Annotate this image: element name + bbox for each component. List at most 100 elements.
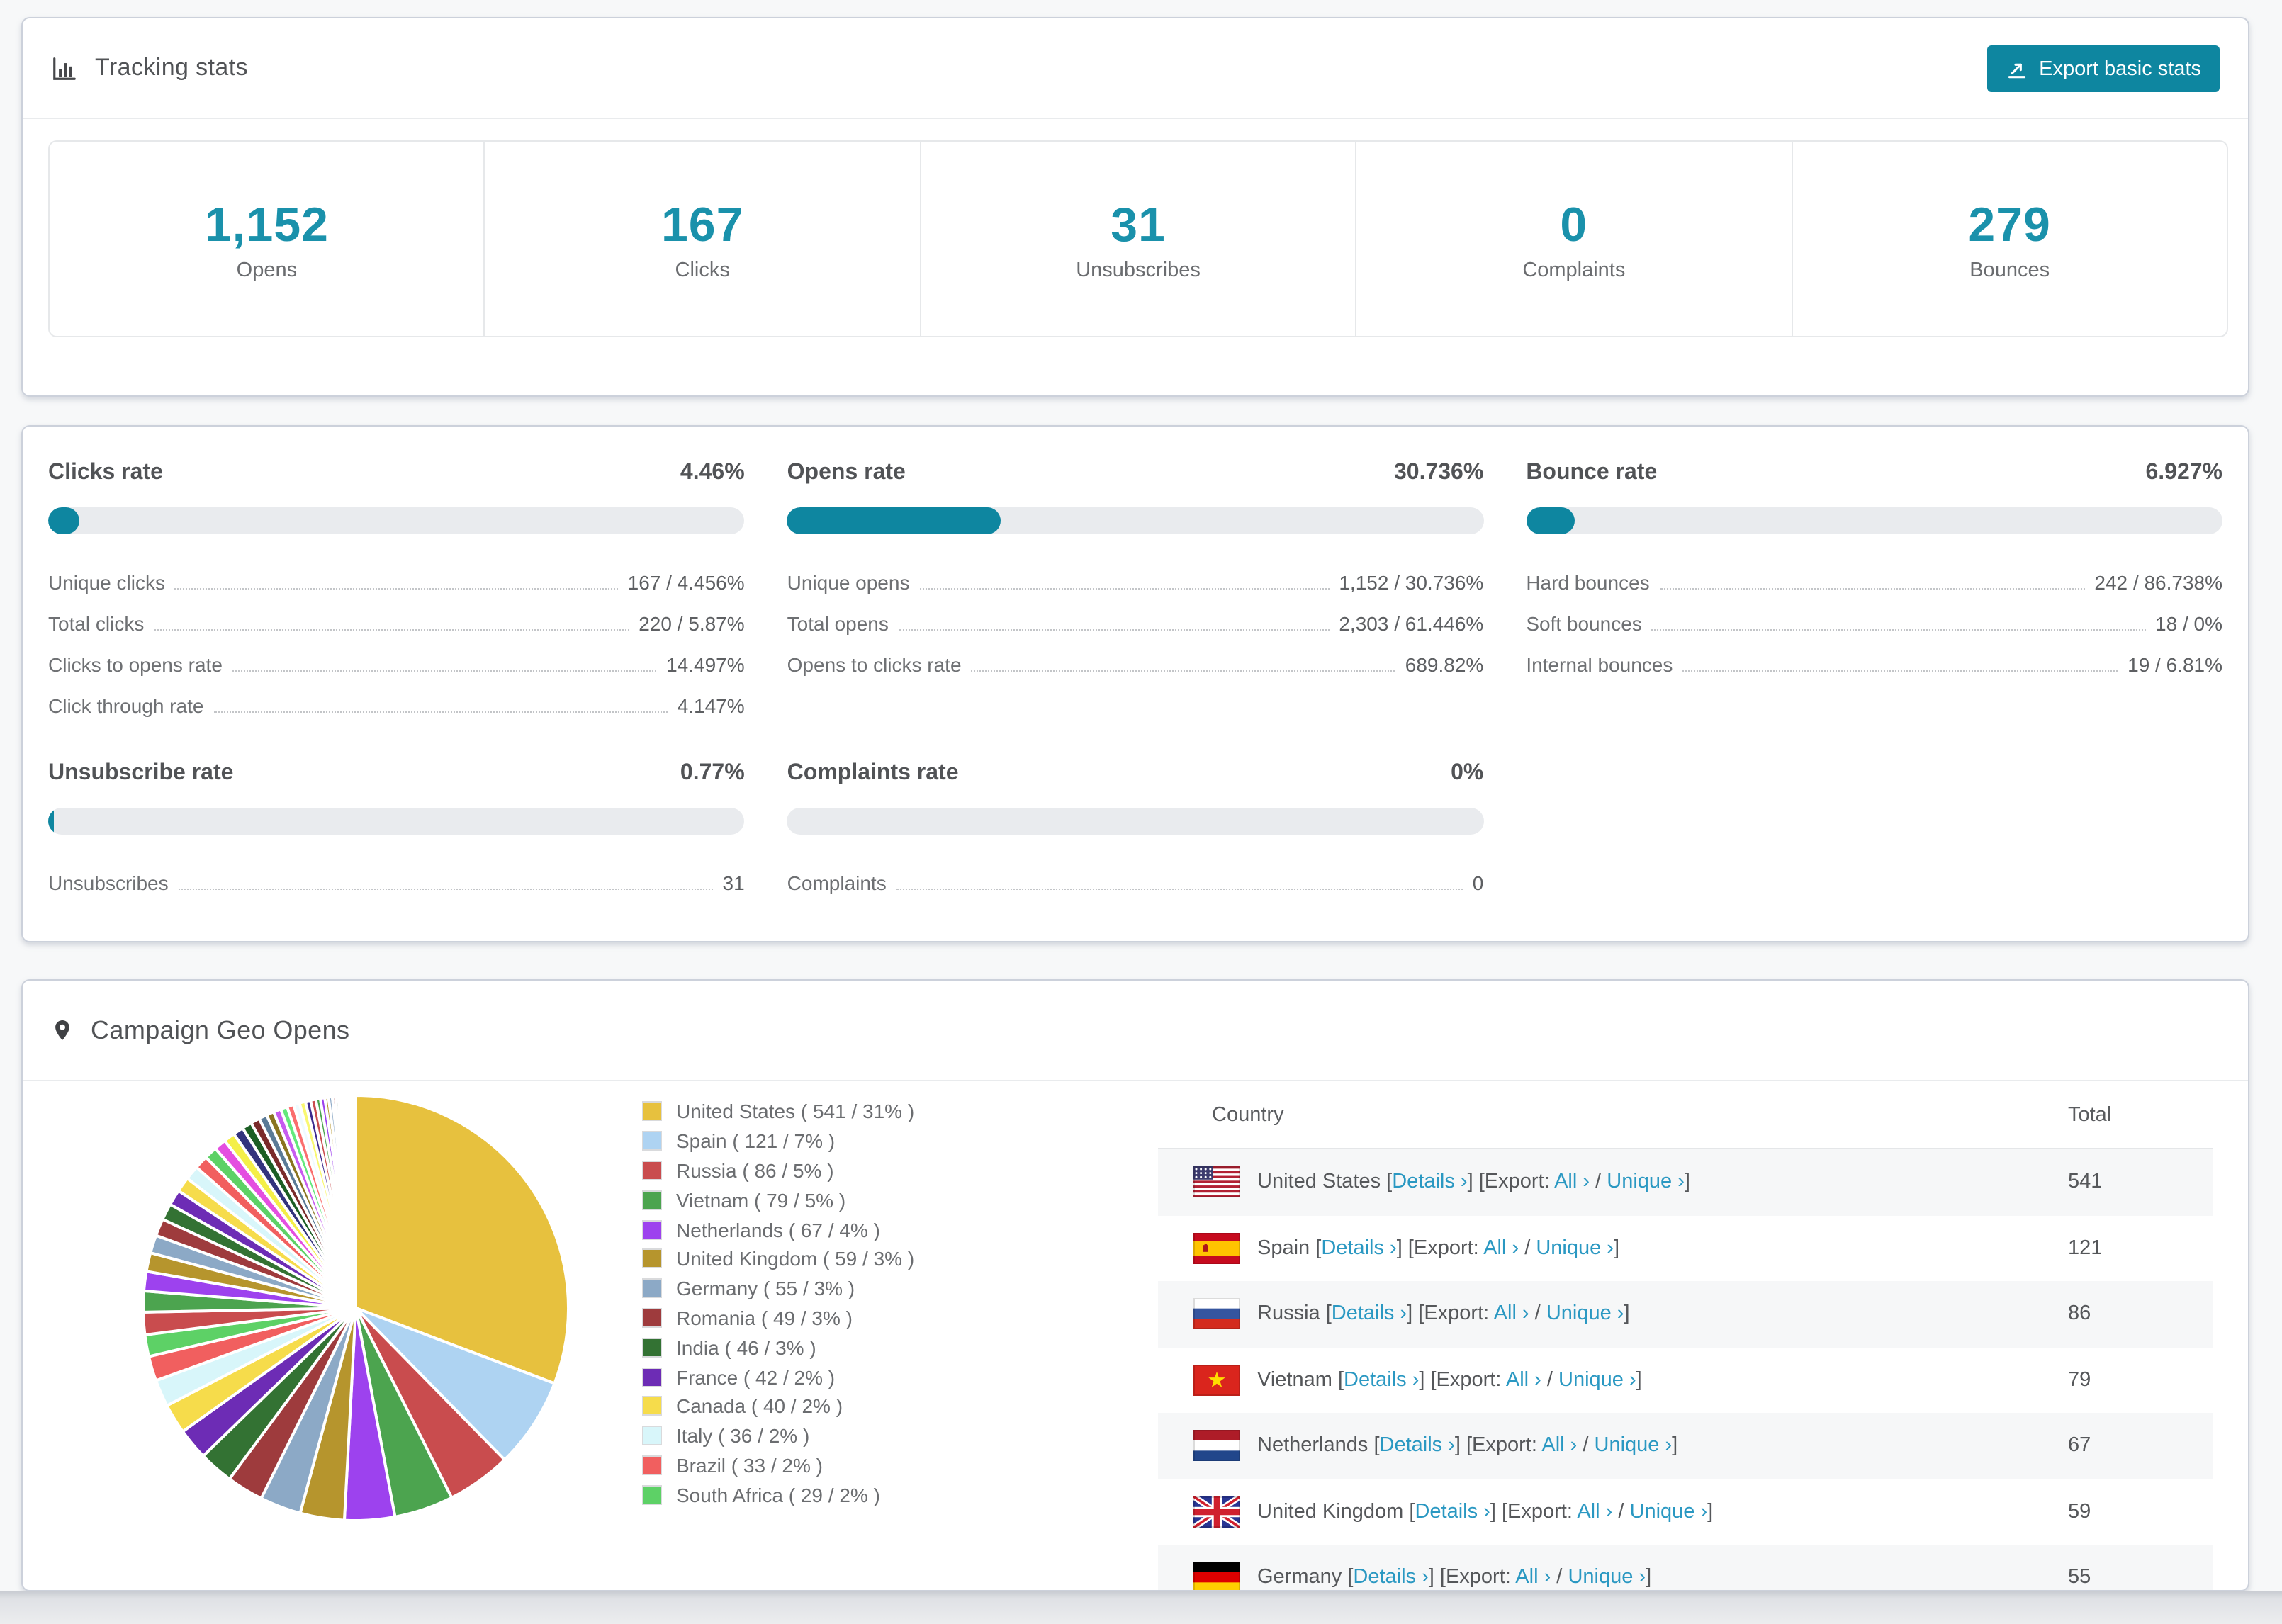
export-unique-link[interactable]: Unique › <box>1568 1567 1646 1589</box>
stat-label: Bounces <box>1969 259 2050 282</box>
stat-row-value: 220 / 5.87% <box>639 612 745 635</box>
stat-row-total-clicks: Total clicks 220 / 5.87% <box>48 595 745 636</box>
legend-item-germany[interactable]: Germany ( 55 / 3% ) <box>642 1274 914 1304</box>
details-link[interactable]: Details › <box>1344 1369 1419 1392</box>
rates-card: Clicks rate 4.46% Unique clicks 167 / 4.456… <box>21 425 2249 942</box>
export-unique-link[interactable]: Unique › <box>1546 1303 1624 1326</box>
flag-es-icon <box>1193 1232 1240 1264</box>
progress-bar <box>787 507 1484 534</box>
flag-ru-icon <box>1193 1298 1240 1330</box>
legend-label: United Kingdom ( 59 / 3% ) <box>676 1247 915 1270</box>
legend-item-romania[interactable]: Romania ( 49 / 3% ) <box>642 1303 914 1333</box>
stat-box-bounces: 279 Bounces <box>1792 142 2227 336</box>
legend-item-united-states[interactable]: United States ( 541 / 31% ) <box>642 1097 914 1127</box>
details-link[interactable]: Details › <box>1332 1303 1407 1326</box>
legend-item-india[interactable]: India ( 46 / 3% ) <box>642 1333 914 1363</box>
export-basic-stats-button[interactable]: Export basic stats <box>1986 45 2220 92</box>
details-link[interactable]: Details › <box>1380 1435 1455 1457</box>
export-all-link[interactable]: All › <box>1577 1501 1612 1523</box>
stat-row-label: Opens to clicks rate <box>787 653 962 676</box>
stat-row-unsubscribes: Unsubscribes 31 <box>48 855 745 896</box>
panel-title: Unsubscribe rate <box>48 761 234 785</box>
export-unique-link[interactable]: Unique › <box>1607 1171 1685 1194</box>
panel-percent: 4.46% <box>680 461 745 485</box>
column-header-country: Country <box>1212 1103 1284 1126</box>
geo-total-value: 86 <box>2068 1302 2091 1326</box>
dotted-leader <box>971 670 1395 672</box>
stat-row-soft-bounces: Soft bounces 18 / 0% <box>1526 595 2222 636</box>
geo-row-spain: Spain [Details ›] [Export: All › / Uniqu… <box>1158 1215 2213 1281</box>
geo-card-header: Campaign Geo Opens <box>23 981 2248 1081</box>
legend-item-south-africa[interactable]: South Africa ( 29 / 2% ) <box>642 1480 914 1510</box>
stats-summary: 1,152 Opens 167 Clicks 31 Unsubscribes 0 Compla… <box>48 140 2228 337</box>
legend-item-russia[interactable]: Russia ( 86 / 5% ) <box>642 1156 914 1185</box>
details-link[interactable]: Details › <box>1321 1237 1396 1260</box>
stat-value: 1,152 <box>204 198 329 252</box>
pie-slice <box>353 1093 357 1309</box>
stat-row-value: 242 / 86.738% <box>2094 571 2222 594</box>
legend-item-france[interactable]: France ( 42 / 2% ) <box>642 1362 914 1392</box>
geo-total-value: 59 <box>2068 1500 2091 1523</box>
country-name: Russia <box>1257 1302 1326 1326</box>
export-all-link[interactable]: All › <box>1541 1435 1577 1457</box>
export-all-link[interactable]: All › <box>1483 1237 1519 1260</box>
stat-row-value: 4.147% <box>677 694 745 717</box>
export-unique-link[interactable]: Unique › <box>1536 1237 1614 1260</box>
flag-vn-icon <box>1193 1364 1240 1396</box>
panel-title: Complaints rate <box>787 761 959 785</box>
rate-panels: Clicks rate 4.46% Unique clicks 167 / 4.456… <box>23 427 2248 896</box>
legend-label: South Africa ( 29 / 2% ) <box>676 1483 880 1506</box>
details-link[interactable]: Details › <box>1415 1501 1490 1523</box>
stat-value: 279 <box>1968 198 2051 252</box>
progress-bar <box>48 507 745 534</box>
stat-label: Unsubscribes <box>1076 259 1201 282</box>
legend-swatch <box>642 1190 662 1210</box>
legend-swatch <box>642 1367 662 1387</box>
stat-value: 0 <box>1560 198 1588 252</box>
stat-row-opens-to-clicks-rate: Opens to clicks rate 689.82% <box>787 636 1484 677</box>
legend-item-canada[interactable]: Canada ( 40 / 2% ) <box>642 1392 914 1421</box>
export-all-link[interactable]: All › <box>1506 1369 1541 1392</box>
geo-row-russia: Russia [Details ›] [Export: All › / Uniq… <box>1158 1281 2213 1347</box>
stat-label: Complaints <box>1522 259 1626 282</box>
legend-item-brazil[interactable]: Brazil ( 33 / 2% ) <box>642 1450 914 1480</box>
export-unique-link[interactable]: Unique › <box>1558 1369 1636 1392</box>
legend-swatch <box>642 1455 662 1475</box>
stat-row-label: Unique opens <box>787 571 910 594</box>
panel-percent: 30.736% <box>1393 461 1484 485</box>
geo-row-united-states: United States [Details ›] [Export: All ›… <box>1158 1149 2213 1215</box>
export-unique-link[interactable]: Unique › <box>1595 1435 1673 1457</box>
page-bottom-shadow <box>0 1591 2282 1624</box>
export-all-link[interactable]: All › <box>1554 1171 1590 1194</box>
stat-row-click-through-rate: Click through rate 4.147% <box>48 677 745 718</box>
legend-item-spain[interactable]: Spain ( 121 / 7% ) <box>642 1127 914 1156</box>
geo-title: Campaign Geo Opens <box>91 1015 350 1044</box>
stat-label: Clicks <box>675 259 730 282</box>
details-link[interactable]: Details › <box>1353 1567 1428 1589</box>
legend-swatch <box>642 1484 662 1505</box>
stat-row-label: Unsubscribes <box>48 872 169 894</box>
stat-box-clicks: 167 Clicks <box>485 142 921 336</box>
legend-label: Netherlands ( 67 / 4% ) <box>676 1218 880 1241</box>
legend-item-italy[interactable]: Italy ( 36 / 2% ) <box>642 1421 914 1451</box>
export-unique-link[interactable]: Unique › <box>1630 1501 1708 1523</box>
stat-row-value: 167 / 4.456% <box>627 571 745 594</box>
flag-nl-icon <box>1193 1430 1240 1462</box>
rate-panel-complaints-rate: Complaints rate 0% Complaints 0 <box>787 761 1484 896</box>
legend-item-netherlands[interactable]: Netherlands ( 67 / 4% ) <box>642 1214 914 1244</box>
legend-item-vietnam[interactable]: Vietnam ( 79 / 5% ) <box>642 1185 914 1215</box>
export-all-link[interactable]: All › <box>1494 1303 1529 1326</box>
details-link[interactable]: Details › <box>1392 1171 1467 1194</box>
geo-row-text: Russia [Details ›] [Export: All › / Uniq… <box>1257 1302 1630 1326</box>
export-all-link[interactable]: All › <box>1515 1567 1551 1589</box>
geo-total-value: 121 <box>2068 1236 2103 1260</box>
geo-total-value: 67 <box>2068 1434 2091 1457</box>
legend-swatch <box>642 1278 662 1299</box>
stat-row-unique-clicks: Unique clicks 167 / 4.456% <box>48 554 745 595</box>
stat-row-internal-bounces: Internal bounces 19 / 6.81% <box>1526 636 2222 677</box>
geo-row-germany: Germany [Details ›] [Export: All › / Uni… <box>1158 1545 2213 1590</box>
stat-row-label: Complaints <box>787 872 887 894</box>
stat-row-value: 2,303 / 61.446% <box>1339 612 1484 635</box>
legend-swatch <box>642 1337 662 1358</box>
legend-item-united-kingdom[interactable]: United Kingdom ( 59 / 3% ) <box>642 1244 914 1274</box>
